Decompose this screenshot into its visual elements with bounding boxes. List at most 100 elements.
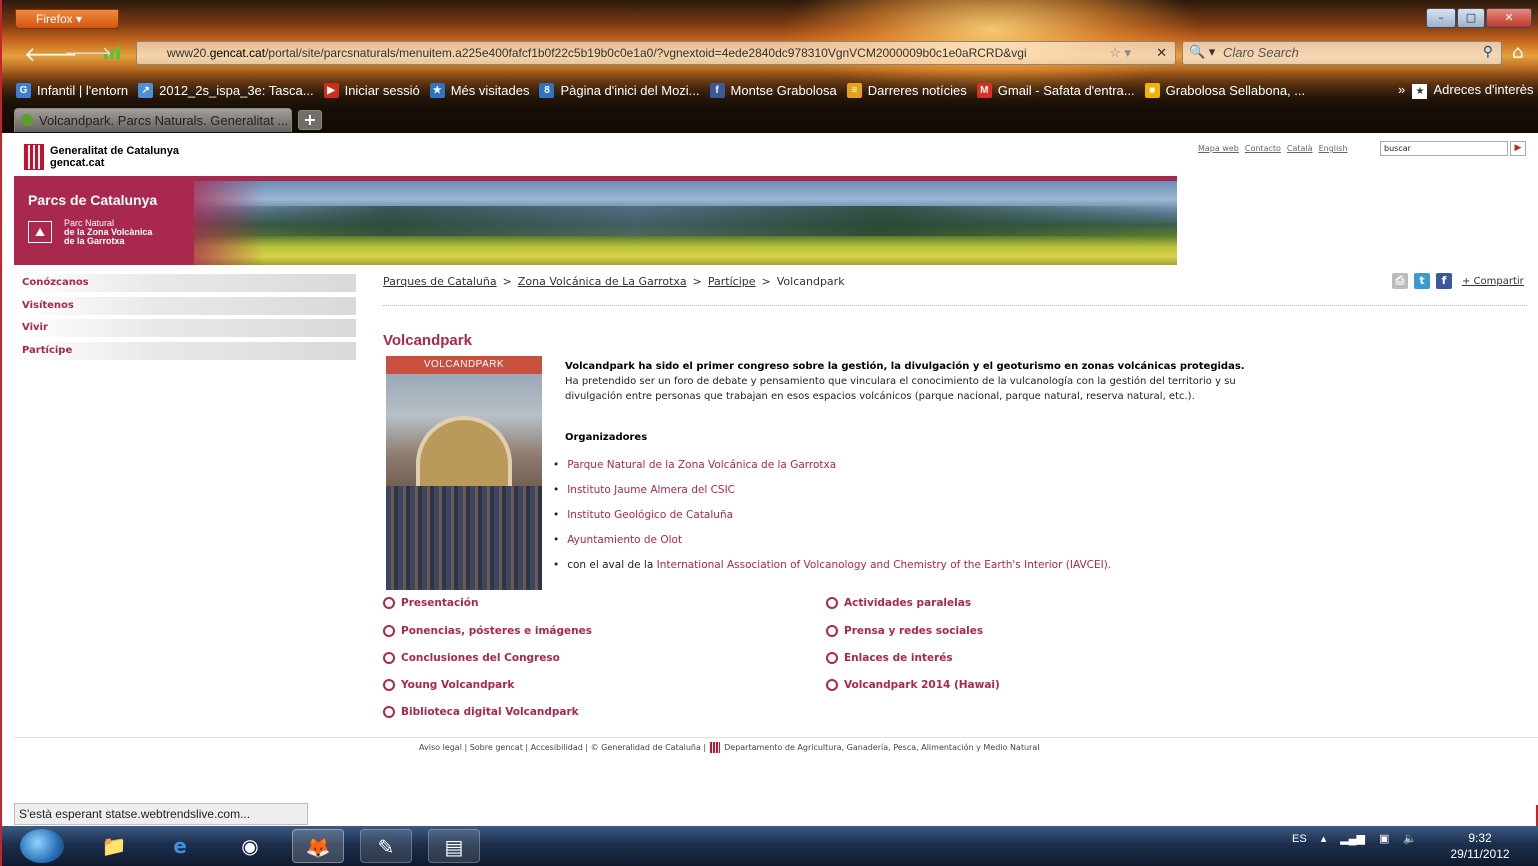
banner-title[interactable]: Parcs de Catalunya	[28, 192, 157, 208]
organizers-heading: Organizadores	[565, 432, 648, 443]
breadcrumb-link[interactable]: Parques de Cataluña	[383, 275, 497, 288]
top-link[interactable]: Català	[1287, 144, 1313, 153]
site-search-button[interactable]: ▶	[1510, 141, 1526, 156]
link-conclusiones[interactable]: Conclusiones del Congreso	[383, 652, 560, 664]
close-window-button[interactable]: ✕	[1486, 8, 1532, 28]
bookmark-label: Més visitades	[450, 82, 530, 98]
top-link[interactable]: English	[1319, 144, 1348, 153]
bookmark-item[interactable]: G Infantil | l'entorn	[16, 80, 128, 100]
site-brand[interactable]: Generalitat de Catalunya gencat.cat	[50, 145, 179, 169]
intro-body: Ha pretendido ser un foro de debate y pe…	[565, 376, 1236, 402]
top-link[interactable]: Contacto	[1245, 144, 1281, 153]
url-bar[interactable]: www20.gencat.cat/portal/site/parcsnatura…	[136, 41, 1176, 65]
sidebar-item-participe[interactable]: Partícipe	[16, 341, 356, 360]
tab-active[interactable]: Volcandpark. Parcs Naturals. Generalitat…	[14, 108, 292, 132]
volume-icon[interactable]: 🔈	[1403, 832, 1417, 845]
bookmark-item[interactable]: ■ Grabolosa Sellabona, ...	[1144, 80, 1306, 100]
chrome-icon[interactable]: ◉	[224, 829, 276, 863]
language-indicator[interactable]: ES	[1292, 833, 1307, 845]
folder-icon: ★	[1412, 84, 1428, 99]
stop-icon[interactable]: ✕	[1156, 45, 1167, 61]
firefox-menu-button[interactable]: Firefox ▾	[15, 9, 119, 29]
home-icon[interactable]: ⌂	[1512, 42, 1523, 63]
print-icon[interactable]: ⎙	[1392, 273, 1408, 289]
sidebar-item-conozcanos[interactable]: Conózcanos	[16, 274, 356, 292]
link-actividades[interactable]: Actividades paralelas	[826, 597, 971, 609]
link-presentacion[interactable]: Presentación	[383, 597, 478, 609]
site-search-input[interactable]: buscar	[1380, 141, 1508, 156]
url-text: www20.gencat.cat/portal/site/parcsnatura…	[167, 46, 1027, 60]
power-icon[interactable]: ▣	[1379, 832, 1389, 845]
twitter-icon[interactable]: t	[1414, 273, 1430, 289]
bookmark-favicon-icon: ▶	[323, 82, 339, 98]
bookmark-label: Gmail - Safata d'entra...	[997, 82, 1135, 98]
organizer-link[interactable]: Instituto Geológico de Cataluña	[553, 503, 1111, 528]
bookmark-item[interactable]: f Montse Grabolosa	[709, 80, 837, 100]
link-biblioteca[interactable]: Biblioteca digital Volcandpark	[383, 706, 579, 718]
bookmarks-toolbar: G Infantil | l'entorn ↗ 2012_2s_ispa_3e: Ta…	[16, 80, 1315, 100]
bookmark-favicon-icon: ■	[1144, 82, 1160, 98]
top-links: Mapa web Contacto Català English	[1198, 144, 1347, 153]
bookmark-label: Grabolosa Sellabona, ...	[1165, 82, 1306, 98]
internet-explorer-icon[interactable]: e	[154, 829, 206, 863]
minimize-button[interactable]: –	[1426, 8, 1456, 28]
generalitat-logo[interactable]	[24, 144, 44, 170]
link-ponencias[interactable]: Ponencias, pósteres e imágenes	[383, 625, 592, 637]
windows-taskbar: 📁 e ◉ 🦊 ✎ ▤ ES ▴ ▂▄▆ ▣ 🔈 9:32 29/11/2012	[2, 826, 1538, 866]
breadcrumb-separator: >	[692, 275, 702, 288]
footer-department[interactable]: Departamento de Agricultura, Ganadería, …	[724, 743, 1039, 752]
media-app-icon[interactable]: ▤	[428, 829, 480, 863]
banner: Parcs de Catalunya ⛰ Parc Natural de la …	[14, 176, 1177, 265]
link-enlaces[interactable]: Enlaces de interés	[826, 652, 953, 664]
bookmarks-folder-label: Adreces d'interès	[1433, 82, 1534, 97]
bookmark-label: Pàgina d'inici del Mozi...	[560, 82, 700, 98]
top-link[interactable]: Mapa web	[1198, 144, 1239, 153]
start-button[interactable]	[20, 829, 64, 863]
link-prensa[interactable]: Prensa y redes sociales	[826, 625, 983, 637]
park-name-line-3: de la Garrotxa	[64, 236, 125, 246]
bookmark-item[interactable]: M Gmail - Safata d'entra...	[976, 80, 1135, 100]
breadcrumb-separator: >	[502, 275, 512, 288]
link-young-volcandpark[interactable]: Young Volcandpark	[383, 679, 514, 691]
tray-expand-icon[interactable]: ▴	[1321, 832, 1327, 845]
bookmark-star-icon[interactable]: ☆ ▾	[1109, 45, 1131, 61]
sidebar-item-vivir[interactable]: Vivir	[16, 319, 356, 337]
bookmark-item[interactable]: 8 Pàgina d'inici del Mozi...	[539, 80, 700, 100]
search-placeholder: Claro Search	[1223, 45, 1299, 60]
url-prefix: www20.	[167, 46, 210, 60]
organizer-link[interactable]: Parque Natural de la Zona Volcánica de l…	[553, 453, 1111, 478]
park-logo-icon: ⛰	[28, 221, 52, 243]
paint-icon[interactable]: ✎	[360, 829, 412, 863]
bookmark-item[interactable]: ▶ Iniciar sessió	[323, 80, 420, 100]
footer-divider	[14, 737, 1538, 738]
explorer-icon[interactable]: 📁	[88, 829, 140, 863]
bookmark-item[interactable]: ↗ 2012_2s_ispa_3e: Tasca...	[138, 80, 314, 100]
park-name[interactable]: Parc Natural de la Zona Volcànica de la …	[64, 219, 152, 246]
clock-time: 9:32	[1468, 831, 1492, 845]
browser-window: Firefox ▾ – □ ✕ 🡐 🡒 www20.gencat.cat/por…	[0, 0, 1538, 866]
facebook-icon[interactable]: f	[1436, 273, 1452, 289]
search-engine-icon[interactable]: 🔍 ▾	[1189, 44, 1215, 60]
network-icon[interactable]: ▂▄▆	[1340, 832, 1365, 845]
breadcrumb-link[interactable]: Partícipe	[708, 275, 756, 288]
clock[interactable]: 9:32 29/11/2012	[1444, 830, 1516, 862]
poster-building	[416, 416, 512, 496]
iavcei-link[interactable]: International Association of Volcanology…	[657, 559, 1112, 571]
share-link[interactable]: + Compartir	[1462, 276, 1524, 287]
organizer-link[interactable]: Ayuntamiento de Olot	[553, 528, 1111, 553]
bookmarks-overflow[interactable]: » ★ Adreces d'interès	[1398, 82, 1534, 99]
organizers-list: Parque Natural de la Zona Volcánica de l…	[553, 453, 1111, 578]
organizer-link[interactable]: Instituto Jaume Almera del CSIC	[553, 478, 1111, 503]
new-tab-button[interactable]: +	[298, 110, 322, 130]
bookmark-favicon-icon: ↗	[138, 82, 154, 98]
breadcrumb-link[interactable]: Zona Volcánica de La Garrotxa	[518, 275, 687, 288]
maximize-button[interactable]: □	[1457, 8, 1485, 28]
search-input[interactable]: 🔍 ▾ Claro Search ⚲	[1182, 41, 1502, 65]
firefox-taskbar-icon[interactable]: 🦊	[292, 829, 344, 863]
link-volcandpark-2014[interactable]: Volcandpark 2014 (Hawai)	[826, 679, 1000, 691]
footer-links[interactable]: Aviso legal | Sobre gencat | Accesibilid…	[419, 743, 706, 752]
bookmark-item[interactable]: ≡ Darreres notícies	[846, 80, 967, 100]
bookmark-item[interactable]: ★ Més visitades	[429, 80, 530, 100]
search-icon[interactable]: ⚲	[1483, 43, 1493, 60]
sidebar-item-visitenos[interactable]: Visítenos	[16, 296, 356, 315]
